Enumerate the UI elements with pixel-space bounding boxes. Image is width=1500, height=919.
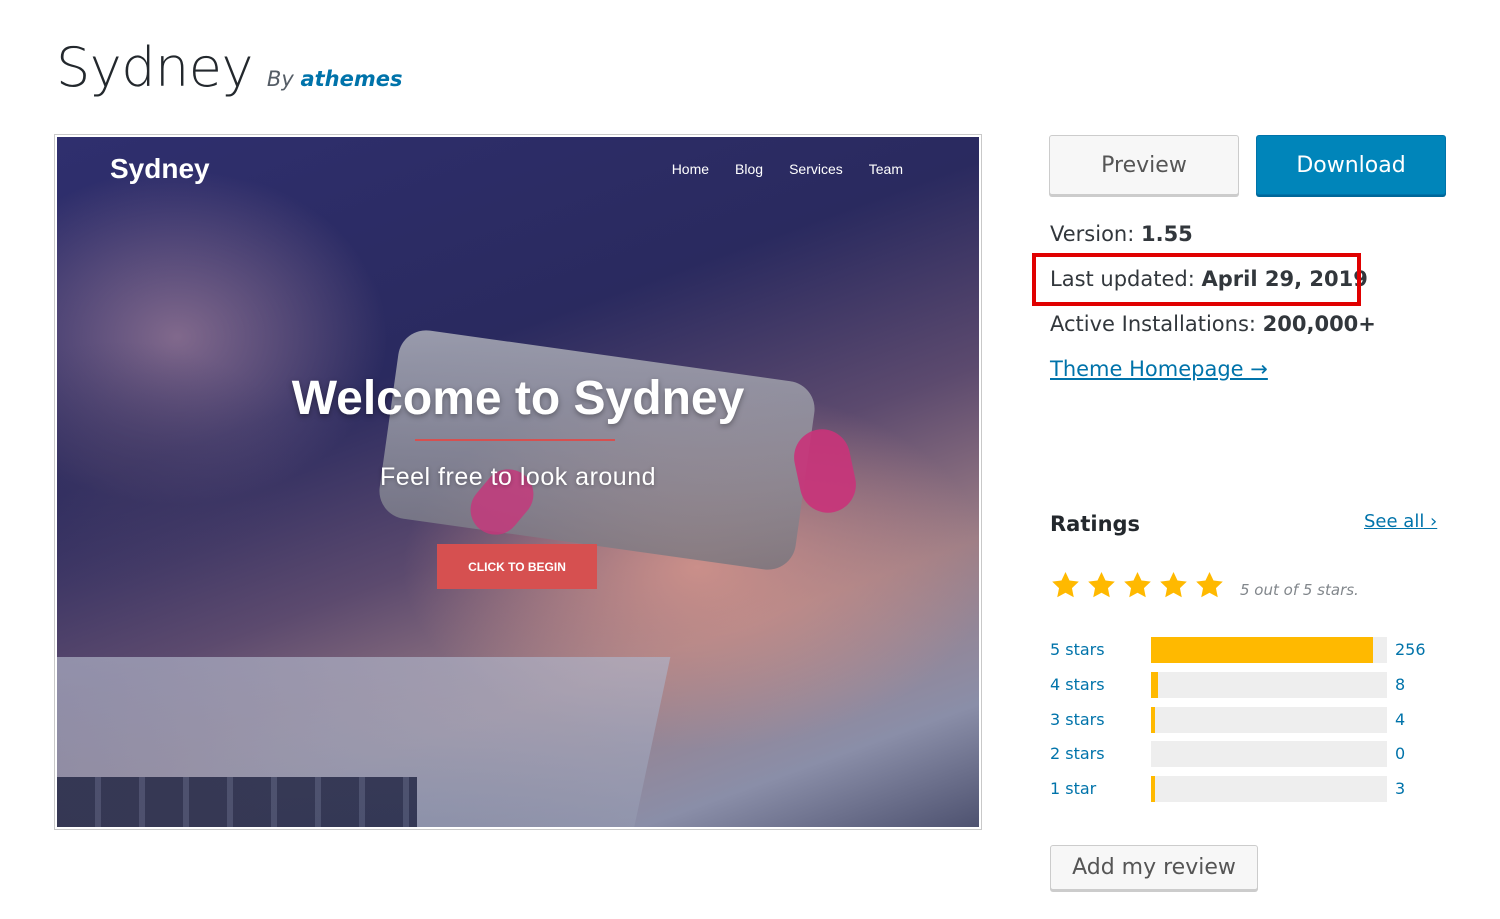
screenshot-nav-item: Team: [868, 161, 903, 177]
screenshot-heading: Welcome to Sydney: [291, 372, 745, 425]
rating-row-count: 4: [1395, 710, 1406, 729]
star-rating: [1050, 570, 1225, 601]
rating-row-count: 256: [1395, 640, 1426, 659]
installs-value: 200,000+: [1262, 312, 1376, 336]
by-prefix: By: [266, 67, 294, 91]
rating-row-4[interactable]: 4 stars 8: [1050, 672, 1450, 698]
star-icon: [1052, 571, 1079, 598]
rating-bar: [1151, 776, 1387, 802]
theme-homepage-link[interactable]: Theme Homepage →: [1050, 357, 1268, 381]
rating-bar-fill: [1151, 637, 1373, 663]
rating-row-label[interactable]: 1 star: [1050, 779, 1096, 798]
rating-row-label[interactable]: 4 stars: [1050, 675, 1105, 694]
version-label: Version:: [1050, 222, 1141, 246]
download-button[interactable]: Download: [1256, 135, 1446, 195]
active-installations-info: Active Installations: 200,000+: [1050, 312, 1376, 336]
rating-row-count: 8: [1395, 675, 1406, 694]
screenshot-nav: Home Blog Services Team: [672, 161, 903, 177]
star-icon: [1160, 571, 1187, 598]
screenshot-nav-item: Home: [671, 161, 710, 177]
version-value: 1.55: [1140, 222, 1193, 246]
star-icon: [1196, 571, 1223, 598]
theme-header: Sydney By athemes: [56, 36, 402, 99]
rating-row-count: 3: [1395, 779, 1406, 798]
rating-row-label[interactable]: 3 stars: [1050, 710, 1105, 729]
preview-button[interactable]: Preview: [1049, 135, 1239, 195]
rating-row-count: 0: [1395, 744, 1406, 763]
version-info: Version: 1.55: [1050, 222, 1193, 246]
rating-bar: [1151, 707, 1387, 733]
screenshot-logo: Sydney: [110, 153, 210, 184]
screenshot-divider: [415, 439, 615, 441]
rating-bar: [1151, 741, 1387, 767]
rating-bar-fill: [1151, 776, 1155, 802]
screenshot-cta: CLICK TO BEGIN: [437, 544, 597, 589]
rating-bar: [1151, 672, 1387, 698]
star-icon: [1088, 571, 1115, 598]
highlight-box: [1032, 253, 1361, 306]
rating-row-label[interactable]: 5 stars: [1050, 640, 1105, 659]
add-review-button[interactable]: Add my review: [1050, 845, 1258, 890]
installs-label: Active Installations:: [1050, 312, 1263, 336]
rating-row-1[interactable]: 1 star 3: [1050, 776, 1450, 802]
screenshot-nav-item: Services: [789, 161, 843, 177]
rating-bar-fill: [1151, 672, 1158, 698]
ratings-heading: Ratings: [1050, 512, 1141, 536]
author-byline: By athemes: [267, 67, 403, 91]
rating-bar: [1151, 637, 1387, 663]
screenshot-phone-shape: [375, 326, 819, 574]
rating-bar-fill: [1151, 707, 1155, 733]
theme-title: Sydney: [56, 36, 253, 99]
star-icon: [1124, 571, 1151, 598]
rating-row-label[interactable]: 2 stars: [1050, 744, 1105, 763]
screenshot-image: Sydney Home Blog Services Team Welcome t…: [57, 137, 979, 827]
screenshot-keyboard-shape: [57, 777, 417, 827]
screenshot-subheading: Feel free to look around: [379, 463, 657, 491]
screenshot-nav-item: Blog: [735, 161, 764, 177]
rating-row-2[interactable]: 2 stars 0: [1050, 741, 1450, 767]
author-link[interactable]: athemes: [300, 67, 402, 91]
theme-screenshot: Sydney Home Blog Services Team Welcome t…: [54, 134, 982, 830]
star-rating-text: 5 out of 5 stars.: [1240, 581, 1359, 599]
rating-row-5[interactable]: 5 stars 256: [1050, 637, 1450, 663]
rating-row-3[interactable]: 3 stars 4: [1050, 707, 1450, 733]
see-all-ratings-link[interactable]: See all ›: [1364, 511, 1437, 532]
